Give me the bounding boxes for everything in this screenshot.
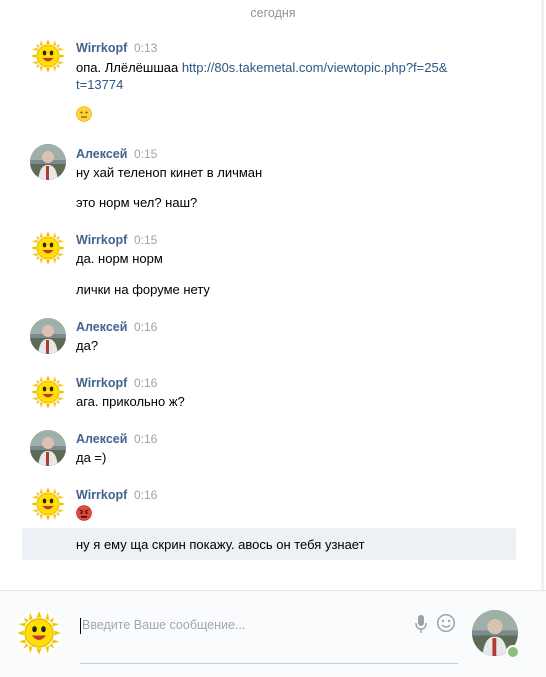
microphone-icon[interactable] [414,614,428,634]
message-text: ага. прикольно ж? [76,394,185,409]
sun-avatar-icon [30,374,66,410]
message-time[interactable]: 0:16 [134,432,157,446]
message-link[interactable]: http://80s.takemetal.com/viewtopic.php?f… [182,60,448,75]
sender-avatar[interactable] [30,430,66,466]
message-text-part: опа. Ллёлёшшаа [76,60,182,75]
sender-name[interactable]: Wirrkopf [76,376,127,390]
angry-face-emoji-icon [76,505,92,521]
neutral-face-emoji-icon [76,106,92,122]
message-text: да =) [76,450,107,465]
message-time[interactable]: 0:15 [134,147,157,161]
message-time[interactable]: 0:15 [134,233,157,247]
message-text: ну я ему ща скрин покажу. авось он тебя … [76,537,365,552]
sender-name[interactable]: Wirrkopf [76,488,127,502]
sender-avatar[interactable] [30,486,66,522]
photo-avatar-icon [30,318,66,354]
message-history[interactable]: сегодня Wirrkopf 0:13 опа. Ллёлёшшаа htt… [0,0,546,590]
my-avatar[interactable] [16,610,62,656]
message-text: это норм чел? наш? [76,195,198,210]
message-text: опа. Ллёлёшшаа http://80s.takemetal.com/… [76,60,447,75]
message-input-placeholder: Введите Ваше сообщение... [82,618,246,632]
message-text: лички на форуме нету [76,282,210,297]
sender-name[interactable]: Алексей [76,432,127,446]
sender-name[interactable]: Алексей [76,320,127,334]
sender-avatar[interactable] [30,230,66,266]
sender-avatar[interactable] [30,374,66,410]
scrollbar[interactable] [541,0,544,590]
message-time[interactable]: 0:13 [134,41,157,55]
photo-avatar-icon [30,144,66,180]
message-time[interactable]: 0:16 [134,320,157,334]
input-underline [80,663,458,664]
sender-avatar[interactable] [30,144,66,180]
sun-avatar-icon [30,486,66,522]
message-time[interactable]: 0:16 [134,488,157,502]
sun-avatar-icon [30,230,66,266]
message-time[interactable]: 0:16 [134,376,157,390]
message-input[interactable]: Введите Ваше сообщение... [80,610,460,644]
sender-avatar[interactable] [30,38,66,74]
sender-name[interactable]: Wirrkopf [76,41,127,55]
sun-avatar-icon [30,38,66,74]
message-text: да? [76,338,99,353]
photo-avatar-icon [30,430,66,466]
emoji-icon[interactable] [436,613,456,633]
message-link-continuation[interactable]: t=13774 [76,77,123,92]
date-separator: сегодня [250,6,296,20]
sun-avatar-icon [16,610,62,656]
sender-name[interactable]: Wirrkopf [76,233,127,247]
message-text: да. норм норм [76,251,163,266]
text-caret [80,618,81,634]
sender-avatar[interactable] [30,318,66,354]
sender-name[interactable]: Алексей [76,147,127,161]
message-text: ну хай теленоп кинет в личман [76,165,263,180]
online-indicator [506,645,520,659]
